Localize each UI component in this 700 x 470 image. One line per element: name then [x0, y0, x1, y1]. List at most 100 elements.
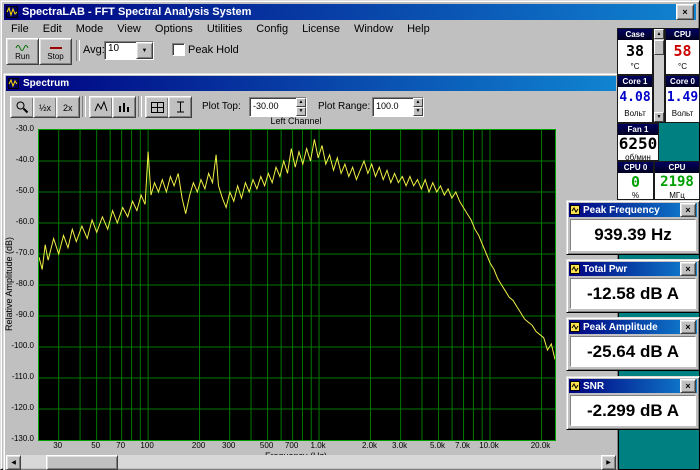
scale-half-icon: ½x — [37, 101, 53, 113]
plot-top-value: -30.00 — [250, 98, 296, 116]
close-icon[interactable]: × — [680, 379, 696, 393]
plot-top-spinner[interactable]: -30.00 ▲ ▼ — [249, 97, 307, 117]
menu-item-file[interactable]: File — [4, 22, 36, 36]
main-toolbar: Run Stop Avg: 10 ▼ Peak Hold — [4, 37, 616, 64]
spectrum-window: Spectrum ½x 2x — [3, 73, 619, 470]
menubar: FileEditModeViewOptionsUtilitiesConfigLi… — [4, 21, 696, 36]
cursor-marker-icon — [174, 101, 187, 113]
horizontal-scrollbar[interactable]: ◀ ▶ — [6, 455, 616, 468]
meter-window-snr: SNR × -2.299 dB A — [566, 376, 700, 430]
scrollbar-thumb[interactable] — [46, 455, 118, 470]
stop-button[interactable]: Stop — [39, 38, 72, 65]
hw-header: Case — [618, 29, 652, 40]
run-waveform-icon — [15, 43, 31, 52]
x-tick-label: 70 — [116, 441, 125, 450]
close-icon[interactable]: × — [680, 320, 696, 334]
hw-cell-cpu-freq: CPU 2198 МГц — [654, 161, 700, 200]
spin-up-icon[interactable]: ▲ — [413, 98, 423, 107]
toolbar-separator — [82, 96, 86, 117]
plot-range-label: Plot Range: — [318, 101, 370, 112]
hw-cell-cpu-temp: CPU 58 °C — [665, 28, 700, 75]
close-icon[interactable]: × — [680, 262, 696, 276]
run-button[interactable]: Run — [6, 38, 39, 65]
meter-value: -12.58 dB A — [570, 278, 696, 309]
scale-half-button[interactable]: ½x — [33, 96, 57, 118]
hw-value: 6250 — [618, 135, 658, 153]
peak-hold-checkbox[interactable] — [172, 43, 185, 56]
x-tick-label: 20.0k — [531, 441, 551, 450]
menu-item-config[interactable]: Config — [249, 22, 295, 36]
scroll-up-icon[interactable]: ▲ — [654, 29, 664, 39]
scroll-down-icon[interactable]: ▼ — [654, 112, 664, 122]
meter-titlebar[interactable]: SNR × — [569, 379, 697, 393]
chevron-down-icon[interactable]: ▼ — [136, 42, 153, 59]
hw-cell-cpu-usage: CPU 0 0 % — [617, 161, 654, 200]
meter-value: 939.39 Hz — [570, 219, 696, 251]
menu-item-view[interactable]: View — [110, 22, 148, 36]
scale-double-icon: 2x — [60, 101, 76, 113]
menu-item-mode[interactable]: Mode — [69, 22, 111, 36]
spectrum-plot-canvas — [39, 130, 555, 440]
stop-label: Stop — [47, 53, 63, 61]
y-tick-label: -80.0 — [16, 279, 34, 288]
close-icon[interactable]: × — [676, 4, 694, 20]
meter-titlebar[interactable]: Peak Frequency × — [569, 203, 697, 217]
spin-down-icon[interactable]: ▼ — [296, 107, 306, 116]
meter-title: SNR — [583, 381, 677, 392]
hw-unit: °C — [618, 62, 652, 71]
meter-window-peak-frequency: Peak Frequency × 939.39 Hz — [566, 200, 700, 255]
spectrum-titlebar[interactable]: Spectrum — [6, 76, 616, 91]
scroll-left-icon[interactable]: ◀ — [6, 455, 21, 470]
hw-value: 4.08 — [618, 87, 652, 109]
meter-titlebar[interactable]: Total Pwr × — [569, 262, 697, 276]
y-axis-tick-labels: -30.0-40.0-50.0-60.0-70.0-80.0-90.0-100.… — [4, 74, 36, 470]
close-icon[interactable]: × — [680, 203, 696, 217]
menu-item-help[interactable]: Help — [400, 22, 437, 36]
bar-plot-button[interactable] — [112, 96, 136, 118]
svg-text:½x: ½x — [39, 103, 52, 113]
spin-up-icon[interactable]: ▲ — [296, 98, 306, 107]
hw-value: 58 — [666, 40, 699, 62]
x-tick-label: 10.0k — [479, 441, 499, 450]
hardware-monitor: Case 38 °C CPU 58 °C ▲ ▼ Core 1 4.08 Вол… — [617, 28, 700, 200]
scale-double-button[interactable]: 2x — [56, 96, 80, 118]
x-axis-tick-labels: 3050701002003005007001.0k2.0k3.0k5.0k7.0… — [38, 441, 554, 450]
plot-range-spinner[interactable]: 100.0 ▲ ▼ — [372, 97, 424, 117]
meter-titlebar[interactable]: Peak Amplitude × — [569, 320, 697, 334]
y-tick-label: -30.0 — [16, 124, 34, 133]
peak-hold-label: Peak Hold — [188, 44, 239, 56]
chart-title: Left Channel — [38, 116, 554, 126]
hw-cell-core1-volt: Core 1 4.08 Вольт — [617, 75, 653, 123]
toolbar-separator — [76, 40, 80, 61]
y-tick-label: -130.0 — [11, 434, 34, 443]
scroll-right-icon[interactable]: ▶ — [601, 455, 616, 470]
marker-button[interactable] — [168, 96, 192, 118]
scrollbar-thumb[interactable] — [654, 40, 664, 55]
hw-header: CPU — [655, 162, 699, 173]
avg-combobox[interactable]: 10 ▼ — [104, 41, 154, 60]
meter-title: Total Pwr — [583, 264, 677, 275]
menu-item-window[interactable]: Window — [347, 22, 400, 36]
spin-down-icon[interactable]: ▼ — [413, 107, 423, 116]
line-plot-button[interactable] — [89, 96, 113, 118]
menu-item-edit[interactable]: Edit — [36, 22, 69, 36]
menu-item-utilities[interactable]: Utilities — [200, 22, 249, 36]
hw-cell-core0-volt: Core 0 1.49 Вольт — [665, 75, 700, 123]
desktop: SpectraLAB - FFT Spectral Analysis Syste… — [0, 0, 700, 470]
x-tick-label: 3.0k — [392, 441, 407, 450]
hw-header: Core 0 — [666, 76, 699, 87]
hw-unit: °C — [666, 62, 699, 71]
menu-item-options[interactable]: Options — [148, 22, 200, 36]
grid-icon — [151, 102, 164, 113]
gadget-scrollbar[interactable]: ▲ ▼ — [653, 28, 665, 123]
menu-item-license[interactable]: License — [295, 22, 347, 36]
bar-plot-icon — [117, 101, 131, 113]
meter-icon — [570, 381, 580, 391]
grid-toggle-button[interactable] — [145, 96, 169, 118]
spectrum-plot[interactable] — [38, 129, 556, 441]
titlebar[interactable]: SpectraLAB - FFT Spectral Analysis Syste… — [4, 4, 696, 20]
hw-value: 1.49 — [666, 87, 699, 109]
meter-icon — [570, 264, 580, 274]
x-tick-label: 700 — [285, 441, 298, 450]
meter-window-peak-amplitude: Peak Amplitude × -25.64 dB A — [566, 317, 700, 371]
